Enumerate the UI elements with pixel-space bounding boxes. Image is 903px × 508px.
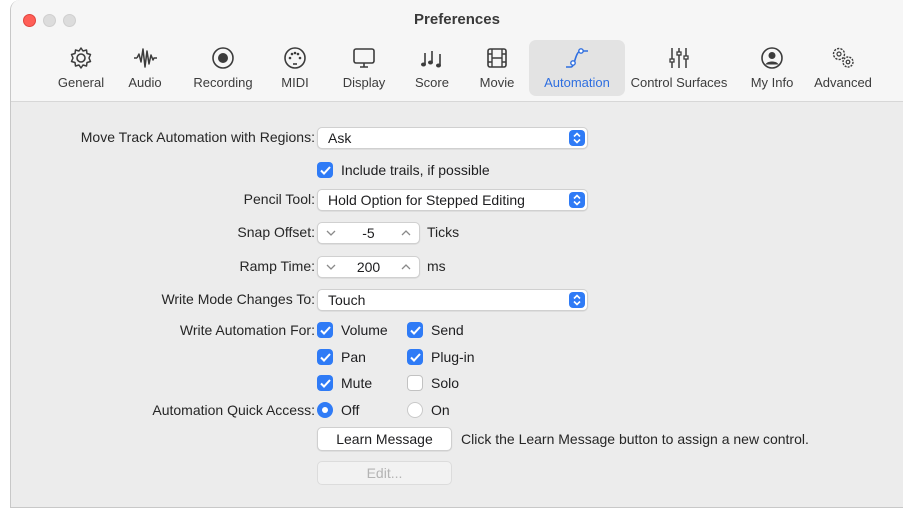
midi-port-icon — [280, 43, 310, 73]
tab-advanced[interactable]: Advanced — [803, 40, 883, 96]
chevron-up-icon[interactable] — [398, 259, 414, 275]
automation-curve-icon — [562, 43, 592, 73]
ramp-time-stepper[interactable]: 200 — [317, 256, 420, 278]
tab-automation[interactable]: Automation — [529, 40, 625, 96]
tab-score[interactable]: Score — [404, 40, 460, 96]
tab-midi-label: MIDI — [281, 75, 309, 90]
tab-automation-label: Automation — [544, 75, 610, 90]
quick-access-off-label: Off — [341, 402, 360, 418]
move-track-automation-label: Move Track Automation with Regions: — [80, 129, 315, 145]
move-track-automation-popup[interactable]: Ask — [317, 127, 588, 149]
gear-icon — [66, 43, 96, 73]
tab-my-info-label: My Info — [750, 75, 794, 90]
window-title: Preferences — [414, 11, 500, 28]
titlebar: Preferences General Audio Recording MIDI — [11, 0, 903, 102]
pencil-tool-label: Pencil Tool: — [243, 191, 315, 207]
tab-advanced-label: Advanced — [814, 75, 872, 90]
tab-midi[interactable]: MIDI — [267, 40, 323, 96]
tab-audio-label: Audio — [128, 75, 162, 90]
sliders-icon — [664, 43, 694, 73]
move-track-automation-value: Ask — [328, 130, 352, 146]
pan-label: Pan — [341, 349, 366, 365]
chevron-down-icon[interactable] — [323, 225, 339, 241]
learn-message-hint: Click the Learn Message button to assign… — [461, 431, 809, 447]
write-automation-for-label: Write Automation For: — [179, 322, 315, 338]
tab-movie[interactable]: Movie — [467, 40, 527, 96]
volume-label: Volume — [341, 322, 388, 338]
gears-icon — [828, 43, 858, 73]
tab-movie-label: Movie — [479, 75, 515, 90]
tab-audio[interactable]: Audio — [119, 40, 171, 96]
mute-checkbox[interactable] — [317, 375, 333, 391]
quick-access-on-radio[interactable] — [407, 402, 423, 418]
person-circle-icon — [757, 43, 787, 73]
monitor-icon — [349, 43, 379, 73]
write-mode-changes-label: Write Mode Changes To: — [161, 291, 315, 307]
film-icon — [482, 43, 512, 73]
mute-label: Mute — [341, 375, 373, 391]
send-checkbox[interactable] — [407, 322, 423, 338]
volume-checkbox[interactable] — [317, 322, 333, 338]
automation-quick-access-label: Automation Quick Access: — [152, 402, 315, 418]
learn-message-button[interactable]: Learn Message — [317, 427, 452, 451]
tab-display-label: Display — [342, 75, 386, 90]
tab-recording[interactable]: Recording — [181, 40, 265, 96]
snap-offset-stepper[interactable]: -5 — [317, 222, 420, 244]
tab-my-info[interactable]: My Info — [743, 40, 801, 96]
write-mode-changes-value: Touch — [328, 292, 366, 308]
quick-access-on-label: On — [431, 402, 450, 418]
tab-general-label: General — [57, 75, 105, 90]
edit-button[interactable]: Edit... — [317, 461, 452, 485]
ramp-time-unit: ms — [427, 258, 446, 274]
plugin-checkbox[interactable] — [407, 349, 423, 365]
record-icon — [208, 43, 238, 73]
music-notes-icon — [417, 43, 447, 73]
tab-general[interactable]: General — [46, 40, 116, 96]
tab-display[interactable]: Display — [331, 40, 397, 96]
tab-score-label: Score — [415, 75, 449, 90]
preferences-window: Preferences General Audio Recording MIDI — [10, 0, 903, 508]
plugin-label: Plug-in — [431, 349, 475, 365]
ramp-time-label: Ramp Time: — [239, 258, 315, 274]
write-mode-changes-popup[interactable]: Touch — [317, 289, 588, 311]
solo-label: Solo — [431, 375, 460, 391]
solo-checkbox[interactable] — [407, 375, 423, 391]
waveform-icon — [130, 43, 160, 73]
tab-control-surfaces-label: Control Surfaces — [630, 75, 728, 90]
pencil-tool-value: Hold Option for Stepped Editing — [328, 192, 525, 208]
chevron-down-icon[interactable] — [323, 259, 339, 275]
snap-offset-label: Snap Offset: — [237, 224, 315, 240]
tab-control-surfaces[interactable]: Control Surfaces — [623, 40, 735, 96]
send-label: Send — [431, 322, 464, 338]
pan-checkbox[interactable] — [317, 349, 333, 365]
chevron-updown-icon — [569, 130, 585, 146]
quick-access-off-radio[interactable] — [317, 402, 333, 418]
chevron-updown-icon — [569, 192, 585, 208]
ramp-time-value: 200 — [356, 259, 381, 275]
chevron-up-icon[interactable] — [398, 225, 414, 241]
chevron-updown-icon — [569, 292, 585, 308]
tab-recording-label: Recording — [193, 75, 253, 90]
include-trails-checkbox[interactable] — [317, 162, 333, 178]
pencil-tool-popup[interactable]: Hold Option for Stepped Editing — [317, 189, 588, 211]
include-trails-label: Include trails, if possible — [341, 162, 490, 178]
snap-offset-value: -5 — [362, 225, 375, 241]
snap-offset-unit: Ticks — [427, 224, 460, 240]
